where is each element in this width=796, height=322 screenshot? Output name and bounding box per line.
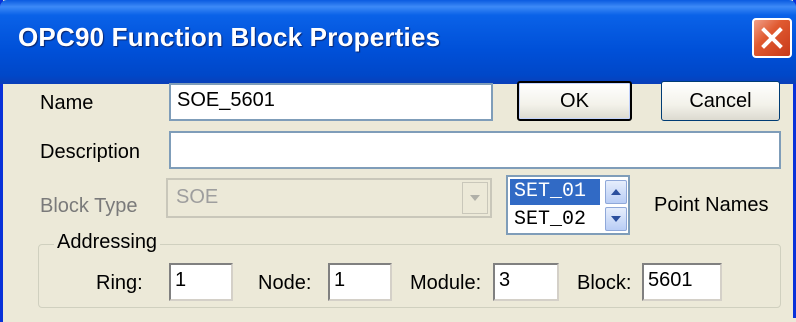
description-label: Description bbox=[40, 141, 141, 163]
block-label: Block: bbox=[577, 272, 632, 294]
scroll-up-icon bbox=[611, 189, 621, 195]
list-item-set-01[interactable]: SET_01 bbox=[510, 179, 600, 205]
block-type-combobox[interactable]: SOE bbox=[166, 178, 492, 218]
dialog-window: OPC90 Function Block Properties Name SOE… bbox=[0, 0, 796, 322]
combo-dropdown-button[interactable] bbox=[462, 182, 488, 214]
cancel-button[interactable]: Cancel bbox=[661, 81, 780, 121]
point-names-listbox[interactable]: SET_01 SET_02 bbox=[506, 175, 630, 235]
ring-label: Ring: bbox=[96, 272, 143, 294]
block-type-value: SOE bbox=[176, 186, 219, 208]
point-names-label: Point Names bbox=[654, 194, 769, 216]
module-field[interactable]: 3 bbox=[493, 263, 559, 301]
scroll-down-icon bbox=[611, 216, 621, 222]
name-field[interactable]: SOE_5601 bbox=[169, 83, 493, 121]
node-field[interactable]: 1 bbox=[328, 263, 392, 301]
ring-field[interactable]: 1 bbox=[169, 263, 233, 301]
chevron-down-icon bbox=[470, 195, 480, 201]
module-label: Module: bbox=[410, 272, 482, 294]
block-field[interactable]: 5601 bbox=[642, 263, 722, 301]
window-title: OPC90 Function Block Properties bbox=[18, 22, 441, 52]
block-type-label: Block Type bbox=[40, 195, 138, 217]
name-label: Name bbox=[40, 92, 94, 114]
scroll-down-button[interactable] bbox=[605, 207, 627, 231]
title-bar[interactable]: OPC90 Function Block Properties bbox=[0, 0, 796, 84]
node-label: Node: bbox=[258, 272, 312, 294]
ok-button[interactable]: OK bbox=[517, 81, 632, 121]
list-item-set-02[interactable]: SET_02 bbox=[510, 207, 600, 233]
scroll-up-button[interactable] bbox=[605, 180, 627, 204]
close-icon bbox=[761, 27, 783, 49]
close-button[interactable] bbox=[752, 18, 792, 58]
description-field[interactable] bbox=[169, 131, 781, 169]
addressing-group-title: Addressing bbox=[54, 231, 161, 254]
dialog-bottom-edge bbox=[3, 318, 796, 322]
